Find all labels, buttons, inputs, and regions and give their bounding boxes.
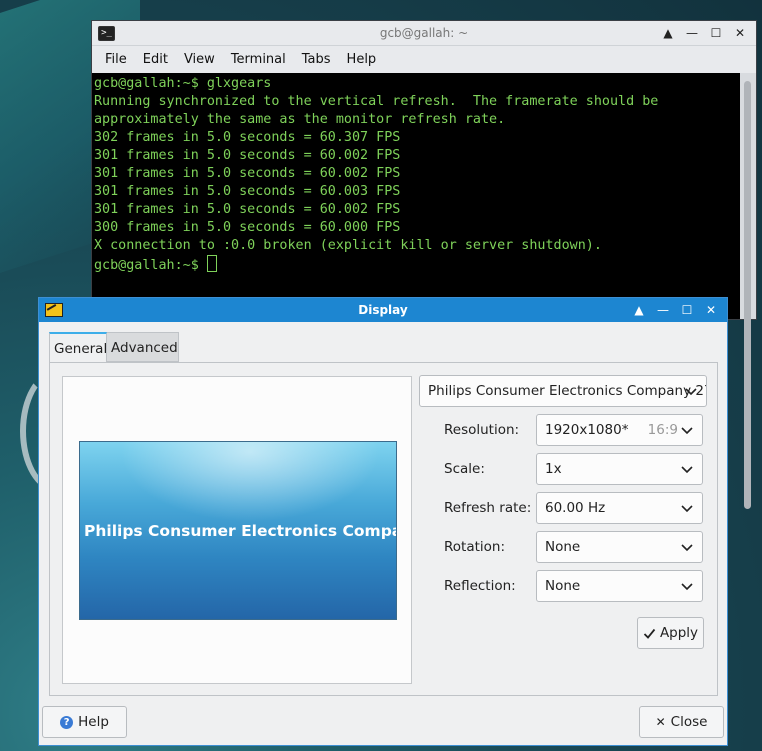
terminal-line: 301 frames in 5.0 seconds = 60.002 FPS — [94, 202, 401, 217]
terminal-line: 301 frames in 5.0 seconds = 60.002 FPS — [94, 166, 401, 181]
chevron-down-icon — [681, 427, 693, 435]
monitor-preview: Philips Consumer Electronics Compa... — [62, 376, 412, 684]
chevron-down-icon — [681, 583, 693, 591]
output-select[interactable]: Philips Consumer Electronics Company 27" — [419, 375, 707, 407]
resolution-label: Resolution: — [444, 422, 520, 438]
checkmark-icon — [643, 628, 656, 639]
terminal-line: 302 frames in 5.0 seconds = 60.307 FPS — [94, 130, 401, 145]
monitor-thumbnail[interactable]: Philips Consumer Electronics Compa... — [79, 441, 397, 620]
scale-value: 1x — [545, 461, 562, 477]
scale-label: Scale: — [444, 461, 485, 477]
reflection-value: None — [545, 578, 581, 594]
close-icon[interactable]: ✕ — [701, 300, 721, 320]
menu-edit[interactable]: Edit — [135, 52, 176, 67]
terminal-prompt: gcb@gallah:~$ — [94, 258, 207, 273]
chevron-down-icon — [685, 388, 697, 396]
close-label: Close — [670, 714, 708, 730]
rotation-label: Rotation: — [444, 539, 506, 555]
minimize-icon[interactable]: — — [682, 23, 702, 43]
scrollbar-thumb[interactable] — [744, 81, 751, 509]
keep-above-icon[interactable]: ▲ — [629, 300, 649, 320]
menu-file[interactable]: File — [97, 52, 135, 67]
terminal-line: approximately the same as the monitor re… — [94, 112, 506, 127]
keep-above-icon[interactable]: ▲ — [658, 23, 678, 43]
terminal-title: gcb@gallah: ~ — [379, 26, 469, 40]
terminal-scrollbar[interactable] — [740, 73, 756, 509]
menu-help[interactable]: Help — [339, 52, 385, 67]
help-label: Help — [78, 714, 109, 730]
dialog-title: Display — [358, 303, 408, 317]
refresh-rate-value: 60.00 Hz — [545, 500, 606, 516]
maximize-icon[interactable]: ☐ — [677, 300, 697, 320]
rotation-select[interactable]: None — [536, 531, 703, 563]
tab-bar: General Advanced — [49, 332, 179, 362]
terminal-menubar: File Edit View Terminal Tabs Help — [92, 46, 756, 73]
chevron-down-icon — [681, 505, 693, 513]
tab-general[interactable]: General — [49, 332, 107, 362]
terminal-line: gcb@gallah:~$ glxgears — [94, 76, 272, 91]
rotation-value: None — [545, 539, 581, 555]
menu-tabs[interactable]: Tabs — [294, 52, 339, 67]
display-dialog[interactable]: Display ▲ — ☐ ✕ General Advanced Philips… — [38, 297, 728, 746]
tab-advanced[interactable]: Advanced — [107, 332, 179, 362]
terminal-line: 301 frames in 5.0 seconds = 60.003 FPS — [94, 184, 401, 199]
apply-button[interactable]: Apply — [637, 617, 704, 649]
minimize-icon[interactable]: — — [653, 300, 673, 320]
aspect-ratio-hint: 16:9 — [647, 422, 678, 438]
help-button[interactable]: ? Help — [42, 706, 127, 738]
terminal-line: 301 frames in 5.0 seconds = 60.002 FPS — [94, 148, 401, 163]
menu-terminal[interactable]: Terminal — [223, 52, 294, 67]
dialog-titlebar[interactable]: Display ▲ — ☐ ✕ — [39, 298, 727, 322]
refresh-rate-select[interactable]: 60.00 Hz — [536, 492, 703, 524]
monitor-label: Philips Consumer Electronics Compa... — [84, 522, 396, 540]
reflection-select[interactable]: None — [536, 570, 703, 602]
resolution-value: 1920x1080* — [545, 422, 629, 438]
terminal-cursor — [206, 255, 217, 272]
maximize-icon[interactable]: ☐ — [706, 23, 726, 43]
refresh-rate-label: Refresh rate: — [444, 500, 532, 516]
terminal-output[interactable]: gcb@gallah:~$ glxgears Running synchroniz… — [92, 73, 740, 319]
monitor-glow — [120, 442, 380, 522]
scale-select[interactable]: 1x — [536, 453, 703, 485]
terminal-window[interactable]: >_ gcb@gallah: ~ ▲ — ☐ ✕ File Edit View … — [91, 20, 757, 509]
chevron-down-icon — [681, 544, 693, 552]
x-icon: ✕ — [655, 715, 666, 729]
menu-view[interactable]: View — [176, 52, 223, 67]
terminal-prompt-line: gcb@gallah:~$ — [94, 255, 738, 275]
chevron-down-icon — [681, 466, 693, 474]
terminal-titlebar[interactable]: >_ gcb@gallah: ~ ▲ — ☐ ✕ — [92, 21, 756, 46]
terminal-line: 300 frames in 5.0 seconds = 60.000 FPS — [94, 220, 401, 235]
apply-label: Apply — [659, 625, 699, 641]
resolution-select[interactable]: 1920x1080* 16:9 — [536, 414, 703, 446]
terminal-line: X connection to :0.0 broken (explicit ki… — [94, 238, 602, 253]
general-panel: Philips Consumer Electronics Compa... Ph… — [49, 362, 718, 696]
terminal-line: Running synchronized to the vertical ref… — [94, 94, 659, 109]
help-icon: ? — [60, 715, 74, 729]
close-button[interactable]: ✕ Close — [639, 706, 724, 738]
reflection-label: Reflection: — [444, 578, 516, 594]
close-icon[interactable]: ✕ — [730, 23, 750, 43]
output-select-value: Philips Consumer Electronics Company 27" — [428, 383, 707, 399]
